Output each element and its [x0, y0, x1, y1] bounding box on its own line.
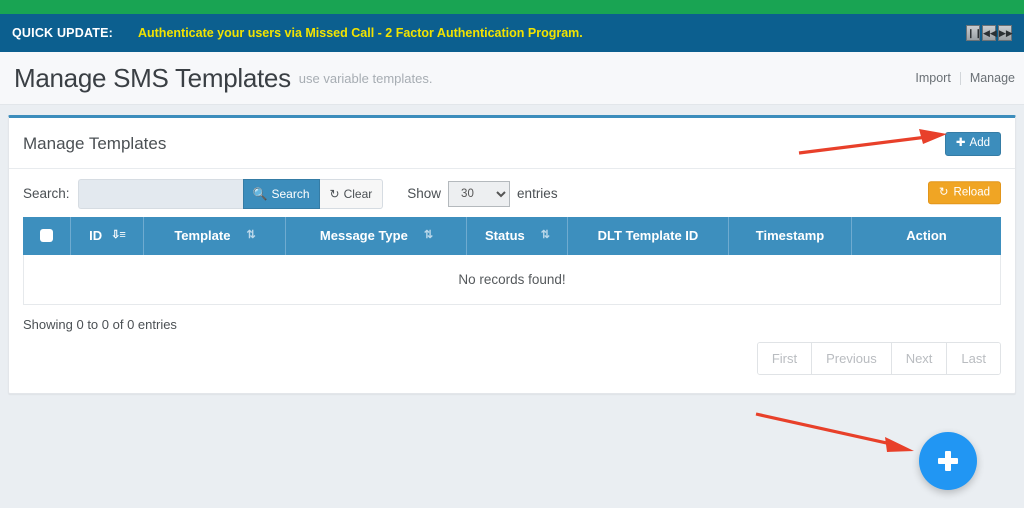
- table-body: No records found!: [23, 254, 1001, 305]
- entries-label: entries: [517, 186, 558, 201]
- column-label-template: Template: [174, 228, 231, 243]
- table-toolbar: Search: 🔍 Search ↻ Clear Show 30 entries…: [9, 169, 1015, 217]
- sort-desc-icon: ⇩≡: [111, 229, 126, 241]
- pagination-next-button[interactable]: Next: [891, 342, 948, 374]
- search-label: Search:: [23, 186, 70, 201]
- page-subtitle: use variable templates.: [298, 70, 433, 86]
- plus-icon: ✚: [955, 137, 966, 149]
- top-accent-bar: [0, 0, 1024, 14]
- clear-button[interactable]: ↻ Clear: [319, 178, 384, 209]
- pagination-last-button[interactable]: Last: [947, 342, 1000, 374]
- table-head: ID ⇩≡ Template ⇅ Message Type ⇅ Status ⇅…: [23, 216, 1001, 255]
- column-label-message-type: Message Type: [319, 228, 408, 243]
- ticker-pause-icon[interactable]: ❙❙: [966, 25, 982, 41]
- sort-both-icon: ⇅: [423, 229, 433, 241]
- manage-templates-panel: Manage Templates ✚ Add Search: 🔍 Search …: [8, 115, 1016, 394]
- pagination: First Previous Next Last: [756, 341, 1001, 375]
- column-label-id: ID: [89, 228, 103, 243]
- templates-table-wrapper: ID ⇩≡ Template ⇅ Message Type ⇅ Status ⇅…: [9, 216, 1015, 305]
- sort-both-icon: ⇅: [540, 229, 550, 241]
- column-header-dlt-template-id: DLT Template ID: [568, 216, 729, 255]
- page-header: Manage SMS Templates use variable templa…: [0, 52, 1024, 105]
- quick-update-ticker: QUICK UPDATE: Authenticate your users vi…: [0, 14, 1024, 52]
- search-button-label: Search: [271, 186, 310, 201]
- column-label-status: Status: [485, 228, 525, 243]
- header-nav-links: Import Manage: [906, 71, 1024, 85]
- refresh-icon: ↻: [938, 185, 949, 198]
- column-header-template[interactable]: Template ⇅: [144, 216, 286, 255]
- ticker-previous-icon[interactable]: ◀◀: [982, 25, 997, 41]
- ticker-label: QUICK UPDATE:: [12, 26, 113, 40]
- refresh-icon: ↻: [329, 186, 340, 201]
- column-header-action: Action: [852, 216, 1001, 255]
- pagination-row: First Previous Next Last: [9, 332, 1015, 393]
- select-all-checkbox[interactable]: [40, 229, 53, 242]
- add-button-label: Add: [969, 137, 990, 149]
- arrow-pointing-to-fab: [755, 412, 914, 452]
- plus-icon: [937, 450, 959, 472]
- pagination-previous-button[interactable]: Previous: [812, 342, 892, 374]
- table-header-row: ID ⇩≡ Template ⇅ Message Type ⇅ Status ⇅…: [23, 216, 1001, 255]
- entries-per-page-select[interactable]: 30: [448, 180, 511, 207]
- clear-button-label: Clear: [343, 186, 373, 201]
- ticker-controls: ❙❙ ◀◀ ▶▶: [966, 25, 1013, 41]
- search-button[interactable]: 🔍 Search: [242, 178, 320, 209]
- ticker-message: Authenticate your users via Missed Call …: [137, 26, 583, 40]
- column-label-action: Action: [906, 228, 947, 243]
- ticker-next-icon[interactable]: ▶▶: [998, 25, 1013, 41]
- page-title: Manage SMS Templates: [14, 62, 291, 93]
- panel-heading: Manage Templates ✚ Add: [9, 118, 1015, 169]
- add-button[interactable]: ✚ Add: [944, 132, 1001, 156]
- column-header-id[interactable]: ID ⇩≡: [71, 216, 144, 255]
- column-header-select-all[interactable]: [23, 216, 71, 255]
- table-empty-row: No records found!: [23, 254, 1001, 305]
- magnifier-icon: 🔍: [252, 186, 268, 201]
- header-link-import[interactable]: Import: [906, 71, 959, 85]
- pagination-first-button[interactable]: First: [757, 342, 813, 374]
- show-label: Show: [407, 186, 442, 201]
- floating-add-button[interactable]: [919, 432, 977, 490]
- reload-button-label: Reload: [953, 185, 990, 198]
- column-header-timestamp: Timestamp: [729, 216, 852, 255]
- column-header-message-type[interactable]: Message Type ⇅: [286, 216, 467, 255]
- panel-container: Manage Templates ✚ Add Search: 🔍 Search …: [0, 105, 1024, 394]
- column-label-timestamp: Timestamp: [755, 228, 825, 243]
- column-header-status[interactable]: Status ⇅: [467, 216, 568, 255]
- no-records-message: No records found!: [23, 254, 1001, 305]
- header-link-manage[interactable]: Manage: [961, 71, 1024, 85]
- panel-title: Manage Templates: [23, 133, 167, 153]
- templates-table: ID ⇩≡ Template ⇅ Message Type ⇅ Status ⇅…: [23, 216, 1001, 305]
- search-input[interactable]: [77, 178, 243, 209]
- table-info: Showing 0 to 0 of 0 entries: [23, 316, 177, 332]
- reload-button[interactable]: ↻ Reload: [927, 180, 1001, 205]
- column-label-dlt-template-id: DLT Template ID: [597, 228, 699, 243]
- sort-both-icon: ⇅: [246, 229, 255, 241]
